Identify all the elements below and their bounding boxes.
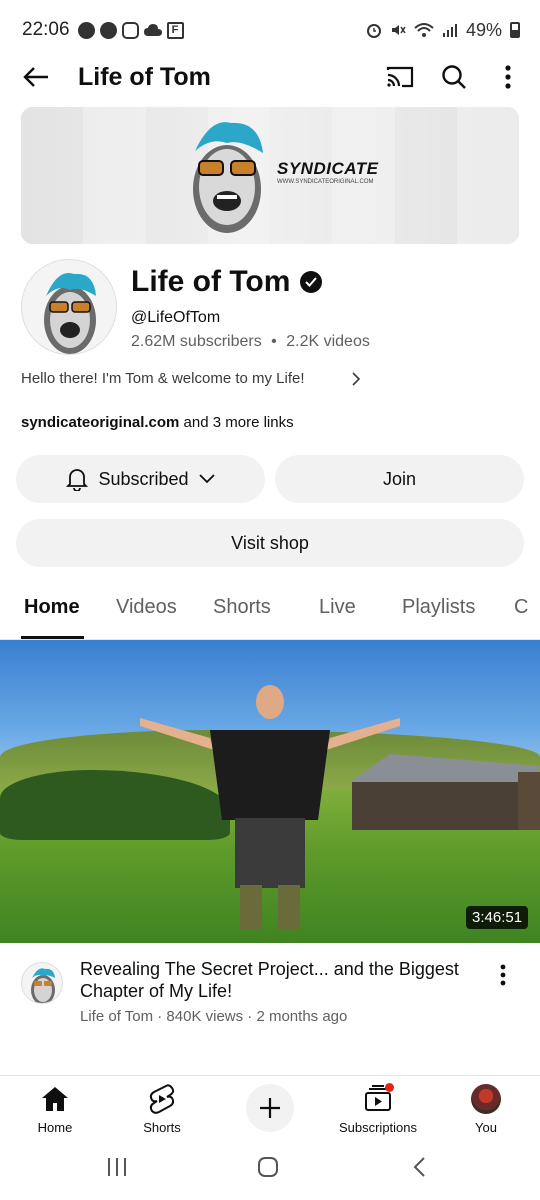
back-button[interactable]	[16, 57, 56, 97]
instagram-icon	[121, 21, 139, 39]
home-circle-icon[interactable]	[257, 1156, 279, 1178]
nav-subscriptions[interactable]: Subscriptions	[323, 1082, 433, 1135]
channel-tabs: Home Videos Shorts Live Playlists C	[0, 584, 540, 640]
bottom-navigation: Home Shorts Subscriptions You	[0, 1075, 540, 1140]
tab-playlists[interactable]: Playlists	[402, 596, 475, 619]
wifi-icon	[414, 23, 434, 37]
more-vertical-icon	[500, 964, 506, 986]
system-icons: 49%	[366, 20, 520, 41]
channel-stats: 2.62M subscribers • 2.2K videos	[131, 333, 370, 351]
create-button[interactable]	[246, 1084, 294, 1132]
nav-home-label: Home	[37, 1120, 73, 1135]
video-count: 2.2K videos	[286, 333, 370, 350]
cast-button[interactable]	[380, 57, 420, 97]
person-illustration	[140, 685, 400, 930]
channel-links[interactable]: syndicateoriginal.com and 3 more links	[21, 414, 294, 431]
more-vertical-icon	[505, 65, 511, 89]
nav-you-label: You	[475, 1120, 497, 1135]
nav-you[interactable]: You	[431, 1084, 540, 1135]
visit-shop-button[interactable]: Visit shop	[16, 519, 524, 567]
signal-icon	[442, 24, 457, 37]
channel-name: Life of Tom	[131, 265, 323, 299]
recent-apps-icon[interactable]	[106, 1156, 128, 1178]
verified-check-icon	[300, 271, 323, 293]
syndicate-logo: SYNDICATE WWW.SYNDICATEORIGINAL.COM	[277, 159, 379, 185]
status-time: 22:06	[22, 19, 70, 40]
tab-community[interactable]: C	[514, 596, 528, 619]
home-icon	[42, 1087, 68, 1111]
nav-shorts[interactable]: Shorts	[107, 1084, 217, 1135]
app-notification-icon	[99, 21, 117, 39]
search-button[interactable]	[434, 57, 474, 97]
cloud-upload-icon	[143, 24, 162, 36]
back-icon[interactable]	[412, 1156, 426, 1178]
video-more-button[interactable]	[490, 962, 516, 988]
join-label: Join	[382, 468, 417, 489]
tab-videos[interactable]: Videos	[116, 596, 177, 619]
more-links[interactable]: and 3 more links	[179, 414, 294, 431]
tab-home[interactable]: Home	[24, 596, 80, 619]
video-channel-avatar[interactable]	[21, 962, 63, 1004]
subscribed-button[interactable]: Subscribed	[16, 455, 265, 503]
plus-icon	[260, 1098, 280, 1118]
channel-description[interactable]: Hello there! I'm Tom & welcome to my Lif…	[21, 370, 361, 387]
user-avatar	[471, 1084, 501, 1114]
more-options-button[interactable]	[488, 57, 528, 97]
subscriber-count: 2.62M subscribers	[131, 333, 262, 350]
subscribed-label: Subscribed	[98, 468, 189, 489]
video-meta: Life of Tom · 840K views · 2 months ago	[80, 1008, 348, 1025]
flipboard-icon: F	[166, 21, 184, 39]
active-tab-indicator	[21, 636, 84, 639]
primary-link[interactable]: syndicateoriginal.com	[21, 414, 179, 431]
visit-shop-label: Visit shop	[231, 532, 309, 553]
video-title[interactable]: Revealing The Secret Project... and the …	[80, 958, 480, 1002]
top-app-bar: Life of Tom	[0, 50, 540, 104]
tab-shorts[interactable]: Shorts	[213, 596, 271, 619]
banner-character-illustration	[193, 122, 263, 233]
channel-avatar[interactable]	[21, 259, 117, 355]
channel-banner: SYNDICATE WWW.SYNDICATEORIGINAL.COM	[21, 107, 519, 244]
arrow-left-icon	[23, 67, 48, 87]
battery-percent: 49%	[465, 19, 502, 40]
channel-name-text: Life of Tom	[131, 265, 291, 298]
chevron-down-icon	[198, 474, 215, 484]
shorts-icon	[149, 1084, 175, 1114]
notification-icons: F	[77, 21, 184, 39]
alarm-icon	[366, 24, 381, 38]
chevron-right-icon	[352, 371, 361, 386]
battery-icon	[510, 22, 520, 38]
search-icon	[442, 65, 466, 89]
system-navigation-bar	[0, 1140, 540, 1200]
nav-shorts-label: Shorts	[143, 1120, 181, 1135]
stats-separator: •	[271, 333, 277, 350]
mute-icon	[391, 25, 406, 35]
app-notification-icon	[77, 21, 95, 39]
notification-dot	[385, 1082, 394, 1092]
cast-icon	[386, 66, 414, 88]
video-duration-badge: 3:46:51	[466, 906, 529, 929]
nav-home[interactable]: Home	[0, 1084, 110, 1135]
nav-subscriptions-label: Subscriptions	[338, 1120, 418, 1135]
join-button[interactable]: Join	[275, 455, 524, 503]
bell-icon	[66, 469, 89, 491]
tab-live[interactable]: Live	[319, 596, 356, 619]
description-text: Hello there! I'm Tom & welcome to my Lif…	[21, 370, 305, 387]
channel-handle: @LifeOfTom	[131, 309, 221, 326]
page-title: Life of Tom	[78, 62, 211, 91]
